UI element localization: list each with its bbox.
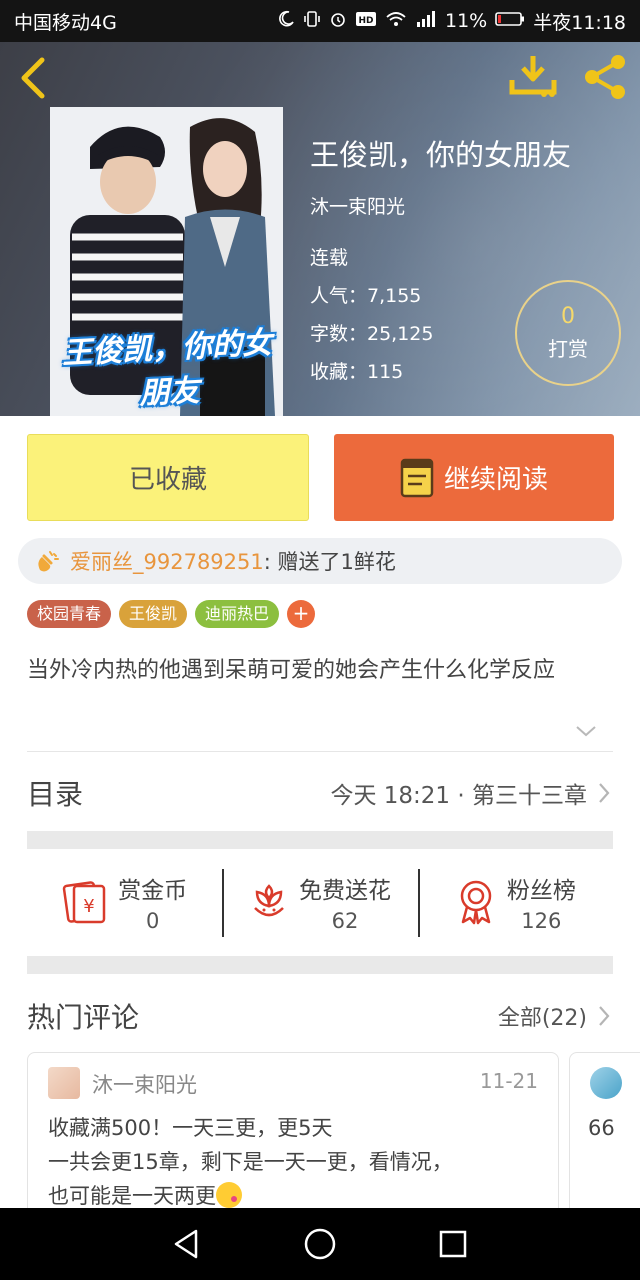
tag-item[interactable]: 迪丽热巴 xyxy=(195,600,280,628)
comment-card[interactable]: 沐一束阳光 11-21 收藏满500！一天三更，更5天 一共会更15章，剩下是一… xyxy=(27,1052,559,1222)
book-author[interactable]: 沐一束阳光 xyxy=(310,192,571,219)
chevron-right-icon xyxy=(599,783,610,803)
stats-row: ¥ 赏金币 0 免费送花 62 粉丝榜 126 xyxy=(27,866,613,938)
stat-value: 0 xyxy=(145,909,160,933)
clap-icon xyxy=(38,551,59,572)
vibrate-icon xyxy=(303,10,321,33)
status-bar: 中国移动4G HD 11% 半夜11:18 xyxy=(0,0,640,42)
red-envelope-icon: ¥ xyxy=(62,881,106,924)
battery-icon xyxy=(495,10,525,33)
comment-date: 11-21 xyxy=(479,1069,538,1093)
chevron-down-icon[interactable] xyxy=(574,724,598,738)
gift-user[interactable]: 爱丽丝_992789251 xyxy=(70,546,264,576)
avatar[interactable] xyxy=(48,1067,80,1099)
download-icon xyxy=(509,56,557,97)
toc-latest-chapter: 今天 18:21 · 第三十三章 xyxy=(330,783,587,809)
hot-comments-header: 热门评论 全部(22) xyxy=(27,994,613,1038)
signal-icon xyxy=(415,10,437,33)
comment-user[interactable]: 沐一束阳光 xyxy=(92,1069,197,1099)
alarm-icon xyxy=(329,10,347,33)
circle-home-icon xyxy=(304,1228,336,1260)
toc-title: 目录 xyxy=(27,778,84,811)
favorited-label: 已收藏 xyxy=(128,465,207,495)
back-arrow-icon xyxy=(21,57,45,99)
download-button[interactable] xyxy=(506,52,560,102)
book-icon xyxy=(400,458,434,497)
section-separator xyxy=(27,831,613,849)
battery-percent: 11% xyxy=(445,10,488,32)
medal-icon xyxy=(460,880,492,925)
svg-text:¥: ¥ xyxy=(83,896,94,917)
stat-label: 免费送花 xyxy=(298,878,391,904)
stat-label: 赏金币 xyxy=(118,878,188,904)
nav-recents-button[interactable] xyxy=(433,1224,473,1264)
system-nav-bar xyxy=(0,1208,640,1280)
book-status: 连载 xyxy=(310,247,349,269)
tag-item[interactable]: 校园青春 xyxy=(27,600,112,628)
avatar[interactable] xyxy=(590,1067,622,1099)
kiss-emoji-icon xyxy=(216,1182,242,1208)
book-header: 王俊凯，你的女朋友 王俊凯，你的女朋友 沐一束阳光 连载 人气：7,155 字数… xyxy=(0,42,640,416)
table-of-contents-row[interactable]: 目录 今天 18:21 · 第三十三章 xyxy=(27,771,613,815)
tip-label: 打赏 xyxy=(548,337,588,361)
flower-icon xyxy=(254,884,284,917)
book-detail-main: 已收藏 继续阅读 爱丽丝_992789251 : 赠送了1鲜花 校园青春 王俊凯… xyxy=(0,416,640,1222)
stat-label: 粉丝榜 xyxy=(506,878,576,904)
back-button[interactable] xyxy=(12,52,56,102)
clock: 半夜11:18 xyxy=(533,11,626,34)
stat-value: 126 xyxy=(521,909,562,933)
gift-notice[interactable]: 爱丽丝_992789251 : 赠送了1鲜花 xyxy=(18,538,622,584)
chevron-right-icon[interactable] xyxy=(595,1003,613,1029)
favorited-button[interactable]: 已收藏 xyxy=(27,434,309,521)
triangle-back-icon xyxy=(174,1229,197,1259)
add-tag-button[interactable]: + xyxy=(287,600,316,628)
stat-fan-ranking[interactable]: 粉丝榜 126 xyxy=(417,866,613,938)
nav-back-button[interactable] xyxy=(167,1224,207,1264)
book-cover[interactable]: 王俊凯，你的女朋友 xyxy=(50,107,283,416)
nav-home-button[interactable] xyxy=(300,1224,340,1264)
book-description: 当外冷内热的他遇到呆萌可爱的她会产生什么化学反应 xyxy=(27,658,556,683)
moon-icon xyxy=(277,10,295,33)
stat-free-flowers[interactable]: 免费送花 62 xyxy=(222,866,417,938)
share-button[interactable] xyxy=(578,50,632,104)
tip-count: 0 xyxy=(561,304,575,329)
continue-reading-label: 继续阅读 xyxy=(443,465,548,495)
all-comments-link[interactable]: 全部(22) xyxy=(498,1000,587,1032)
tag-list: 校园青春 王俊凯 迪丽热巴 + xyxy=(27,600,316,628)
svg-text:HD: HD xyxy=(358,16,373,26)
book-title: 王俊凯，你的女朋友 xyxy=(310,138,572,172)
carrier-name: 中国移动4G xyxy=(14,11,117,34)
comment-body: 收藏满500！一天三更，更5天 一共会更15章，剩下是一天一更，看情况， 也可能… xyxy=(48,1116,453,1208)
gift-text: : 赠送了1鲜花 xyxy=(263,550,396,574)
tip-button[interactable]: 0 打赏 xyxy=(515,280,621,386)
wifi-icon xyxy=(385,10,407,33)
stat-value: 62 xyxy=(331,909,359,933)
share-icon xyxy=(585,55,625,99)
cover-title: 王俊凯，你的女朋友 xyxy=(61,325,273,412)
comment-card[interactable]: 66 xyxy=(569,1052,640,1222)
square-recents-icon xyxy=(440,1230,467,1258)
hot-comments-title: 热门评论 xyxy=(27,1001,140,1034)
continue-reading-button[interactable]: 继续阅读 xyxy=(334,434,614,521)
comment-text: 66 xyxy=(588,1116,615,1140)
stat-reward-coins[interactable]: ¥ 赏金币 0 xyxy=(27,866,222,938)
divider xyxy=(27,751,613,752)
hd-icon: HD xyxy=(355,10,377,33)
section-separator xyxy=(27,956,613,974)
comment-text: 收藏满500！一天三更，更5天 一共会更15章，剩下是一天一更，看情况， 也可能… xyxy=(48,1111,543,1213)
tag-item[interactable]: 王俊凯 xyxy=(119,600,188,628)
